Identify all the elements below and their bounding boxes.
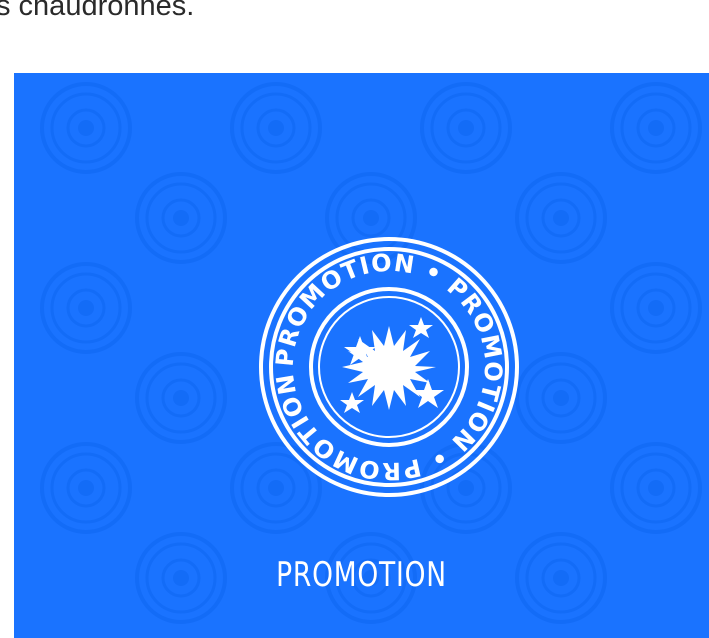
promotion-stamp-icon: PROMOTION • PROMOTION • PROMOTION • xyxy=(256,234,519,497)
promotion-card[interactable]: PROMOTION • PROMOTION • PROMOTION • PROM… xyxy=(14,73,709,638)
page: s chaudronnes. PROMOTION • PROMOTION • P… xyxy=(0,0,709,638)
promotion-title: PROMOTION xyxy=(276,555,447,595)
body-text-fragment: s chaudronnes. xyxy=(0,0,195,22)
